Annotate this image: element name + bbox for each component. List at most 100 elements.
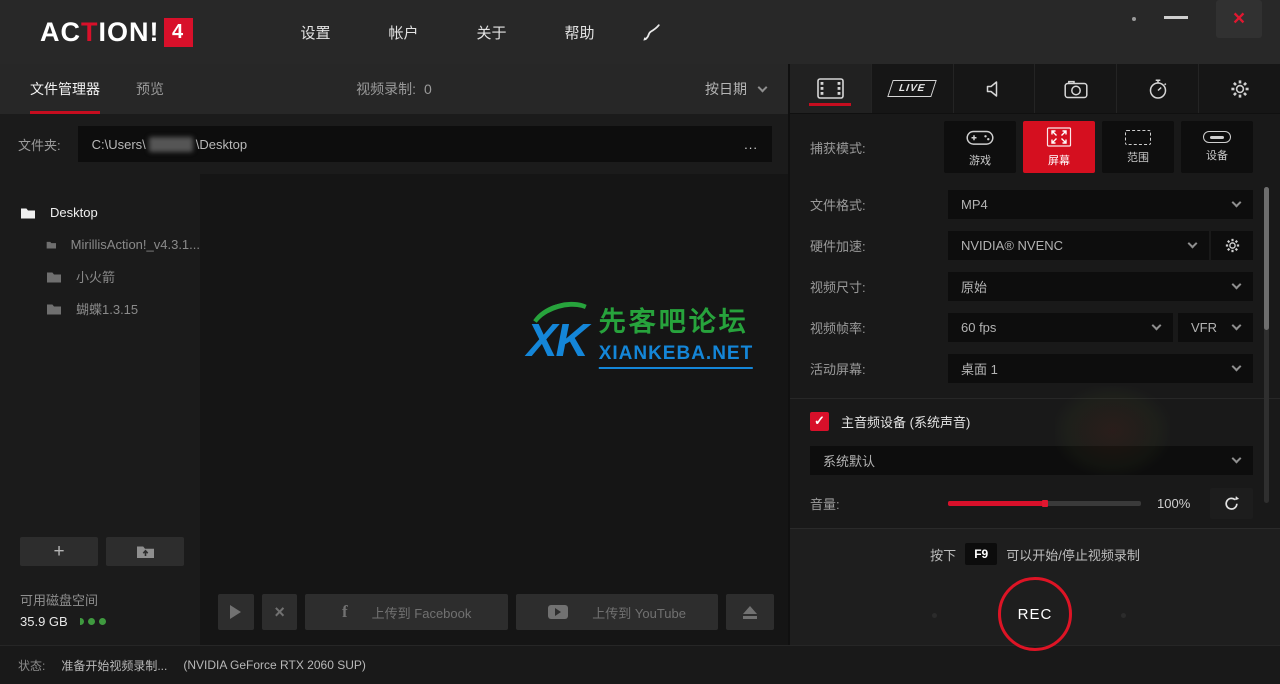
settings-scrollbar[interactable] xyxy=(1264,187,1269,503)
tab-video-recording[interactable] xyxy=(790,64,872,113)
hotkey-key-badge: F9 xyxy=(965,543,998,565)
play-button[interactable] xyxy=(218,594,254,630)
folder-icon xyxy=(46,241,57,249)
app-logo: AC T ION! 4 xyxy=(40,17,193,48)
tab-preview[interactable]: 预览 xyxy=(136,64,164,114)
active-screen-value: 桌面 1 xyxy=(961,362,998,377)
upload-youtube-button[interactable]: 上传到 YouTube xyxy=(515,594,719,630)
tree-item-label: 蝴蝶1.3.15 xyxy=(76,301,139,317)
menu-item-about[interactable]: 关于 xyxy=(477,22,507,43)
active-screen-dropdown[interactable]: 桌面 1 xyxy=(948,354,1253,383)
menu-item-help[interactable]: 帮助 xyxy=(565,22,595,43)
tab-benchmark[interactable] xyxy=(1117,64,1200,113)
chevron-down-icon xyxy=(1187,238,1198,249)
volume-label: 音量: xyxy=(810,497,840,512)
folder-path-input[interactable]: C:\Users\ \Desktop ... xyxy=(77,126,772,162)
tab-screenshots[interactable] xyxy=(1035,64,1118,113)
hw-accel-value: NVIDIA® NVENC xyxy=(961,238,1064,253)
folder-row: 文件夹: C:\Users\ \Desktop ... xyxy=(0,114,788,174)
volume-slider-thumb[interactable] xyxy=(1041,500,1048,507)
folder-icon xyxy=(47,272,61,282)
menu-item-account[interactable]: 帐户 xyxy=(389,22,419,43)
pen-tool-button[interactable] xyxy=(641,23,663,42)
plus-icon: + xyxy=(53,540,65,562)
stopwatch-icon xyxy=(1149,78,1167,99)
gear-icon xyxy=(1230,79,1249,98)
tree-item[interactable]: 小火箭 xyxy=(46,260,200,292)
audio-device-dropdown[interactable]: 系统默认 xyxy=(810,446,1253,475)
capture-settings-panel: LIVE 捕获模式: 游戏 屏幕 范围 设备 文件格式: MP4 硬件加速: N… xyxy=(790,64,1280,651)
volume-slider[interactable] xyxy=(948,500,1141,507)
screen-capture-icon xyxy=(1046,127,1072,147)
active-tab-indicator xyxy=(809,103,852,106)
close-button[interactable]: × xyxy=(1216,0,1262,38)
record-section: 按下 F9 可以开始/停止视频录制 REC xyxy=(790,528,1280,651)
file-format-dropdown[interactable]: MP4 xyxy=(948,190,1253,219)
rec-button[interactable]: REC xyxy=(998,577,1072,651)
path-suffix: \Desktop xyxy=(195,136,248,152)
mode-game-button[interactable]: 游戏 xyxy=(944,121,1016,173)
disk-activity-dots-icon xyxy=(79,618,106,625)
decorative-dot xyxy=(1121,613,1126,618)
tree-item[interactable]: MirillisAction!_v4.3.1... xyxy=(46,228,200,260)
hw-accel-settings-button[interactable] xyxy=(1211,231,1253,260)
logo-version-badge: 4 xyxy=(163,17,193,47)
tree-bottom: + 可用磁盘空间 35.9 GB xyxy=(20,537,200,629)
hotkey-suffix: 可以开始/停止视频录制 xyxy=(1006,547,1140,563)
reset-icon xyxy=(1225,496,1240,510)
tab-settings[interactable] xyxy=(1199,64,1280,113)
primary-audio-row: ✓ 主音频设备 (系统声音) xyxy=(790,409,1280,433)
tree-item-label: Desktop xyxy=(50,204,98,220)
mode-screen-button[interactable]: 屏幕 xyxy=(1023,121,1095,173)
mode-device-button[interactable]: 设备 xyxy=(1181,121,1253,173)
folder-export-icon xyxy=(136,546,154,558)
video-size-value: 原始 xyxy=(961,280,988,295)
gamepad-icon xyxy=(966,130,994,145)
export-folder-button[interactable] xyxy=(106,537,184,566)
logo-text: AC xyxy=(40,16,81,47)
file-format-label: 文件格式: xyxy=(810,198,866,213)
tree-item-label: 小火箭 xyxy=(76,269,116,285)
chevron-down-icon xyxy=(1231,197,1242,208)
upload-facebook-label: 上传到 Facebook xyxy=(371,605,472,621)
check-icon: ✓ xyxy=(814,413,825,428)
tab-file-manager[interactable]: 文件管理器 xyxy=(30,64,100,114)
chevron-down-icon xyxy=(1231,361,1242,372)
delete-icon: × xyxy=(274,601,285,622)
tab-live-streaming[interactable]: LIVE xyxy=(872,64,954,113)
tray-dot-button[interactable] xyxy=(1132,17,1136,21)
film-icon xyxy=(817,78,844,99)
add-folder-button[interactable]: + xyxy=(20,537,98,566)
close-icon: × xyxy=(1232,7,1246,30)
chevron-down-icon xyxy=(1231,279,1242,290)
capture-mode-label: 捕获模式: xyxy=(810,140,866,156)
menu-item-settings[interactable]: 设置 xyxy=(301,22,331,43)
volume-reset-button[interactable] xyxy=(1210,488,1253,519)
delete-button[interactable]: × xyxy=(261,594,298,630)
facebook-icon: f xyxy=(342,602,348,621)
tree-item-desktop[interactable]: Desktop xyxy=(20,196,200,228)
upload-facebook-button[interactable]: f 上传到 Facebook xyxy=(305,594,508,630)
video-size-row: 视频尺寸: 原始 xyxy=(790,266,1280,307)
scrollbar-thumb[interactable] xyxy=(1264,187,1269,330)
upload-file-button[interactable] xyxy=(726,594,775,630)
sort-by-date-dropdown[interactable]: 按日期 xyxy=(705,64,768,114)
tab-audio-recording[interactable] xyxy=(954,64,1036,113)
hw-accel-label: 硬件加速: xyxy=(810,239,866,254)
minimize-button[interactable] xyxy=(1164,16,1188,19)
folder-icon xyxy=(47,304,61,314)
hw-accel-dropdown[interactable]: NVIDIA® NVENC xyxy=(948,231,1209,260)
action-app-window: AC T ION! 4 设置 帐户 关于 帮助 × 文件管理器 预览 视频录制:… xyxy=(0,0,1280,684)
upload-youtube-label: 上传到 YouTube xyxy=(592,605,686,621)
mode-region-button[interactable]: 范围 xyxy=(1102,121,1174,173)
tree-item[interactable]: 蝴蝶1.3.15 xyxy=(46,292,200,324)
vfr-dropdown[interactable]: VFR xyxy=(1178,313,1253,342)
browse-folder-button[interactable]: ... xyxy=(744,137,758,152)
framerate-value: 60 fps xyxy=(961,320,997,335)
video-size-dropdown[interactable]: 原始 xyxy=(948,272,1253,301)
active-screen-label: 活动屏幕: xyxy=(810,362,866,377)
audio-device-value: 系统默认 xyxy=(823,454,876,469)
primary-audio-checkbox[interactable]: ✓ xyxy=(810,411,829,431)
framerate-dropdown[interactable]: 60 fps xyxy=(948,313,1173,342)
volume-fill xyxy=(948,501,1045,506)
